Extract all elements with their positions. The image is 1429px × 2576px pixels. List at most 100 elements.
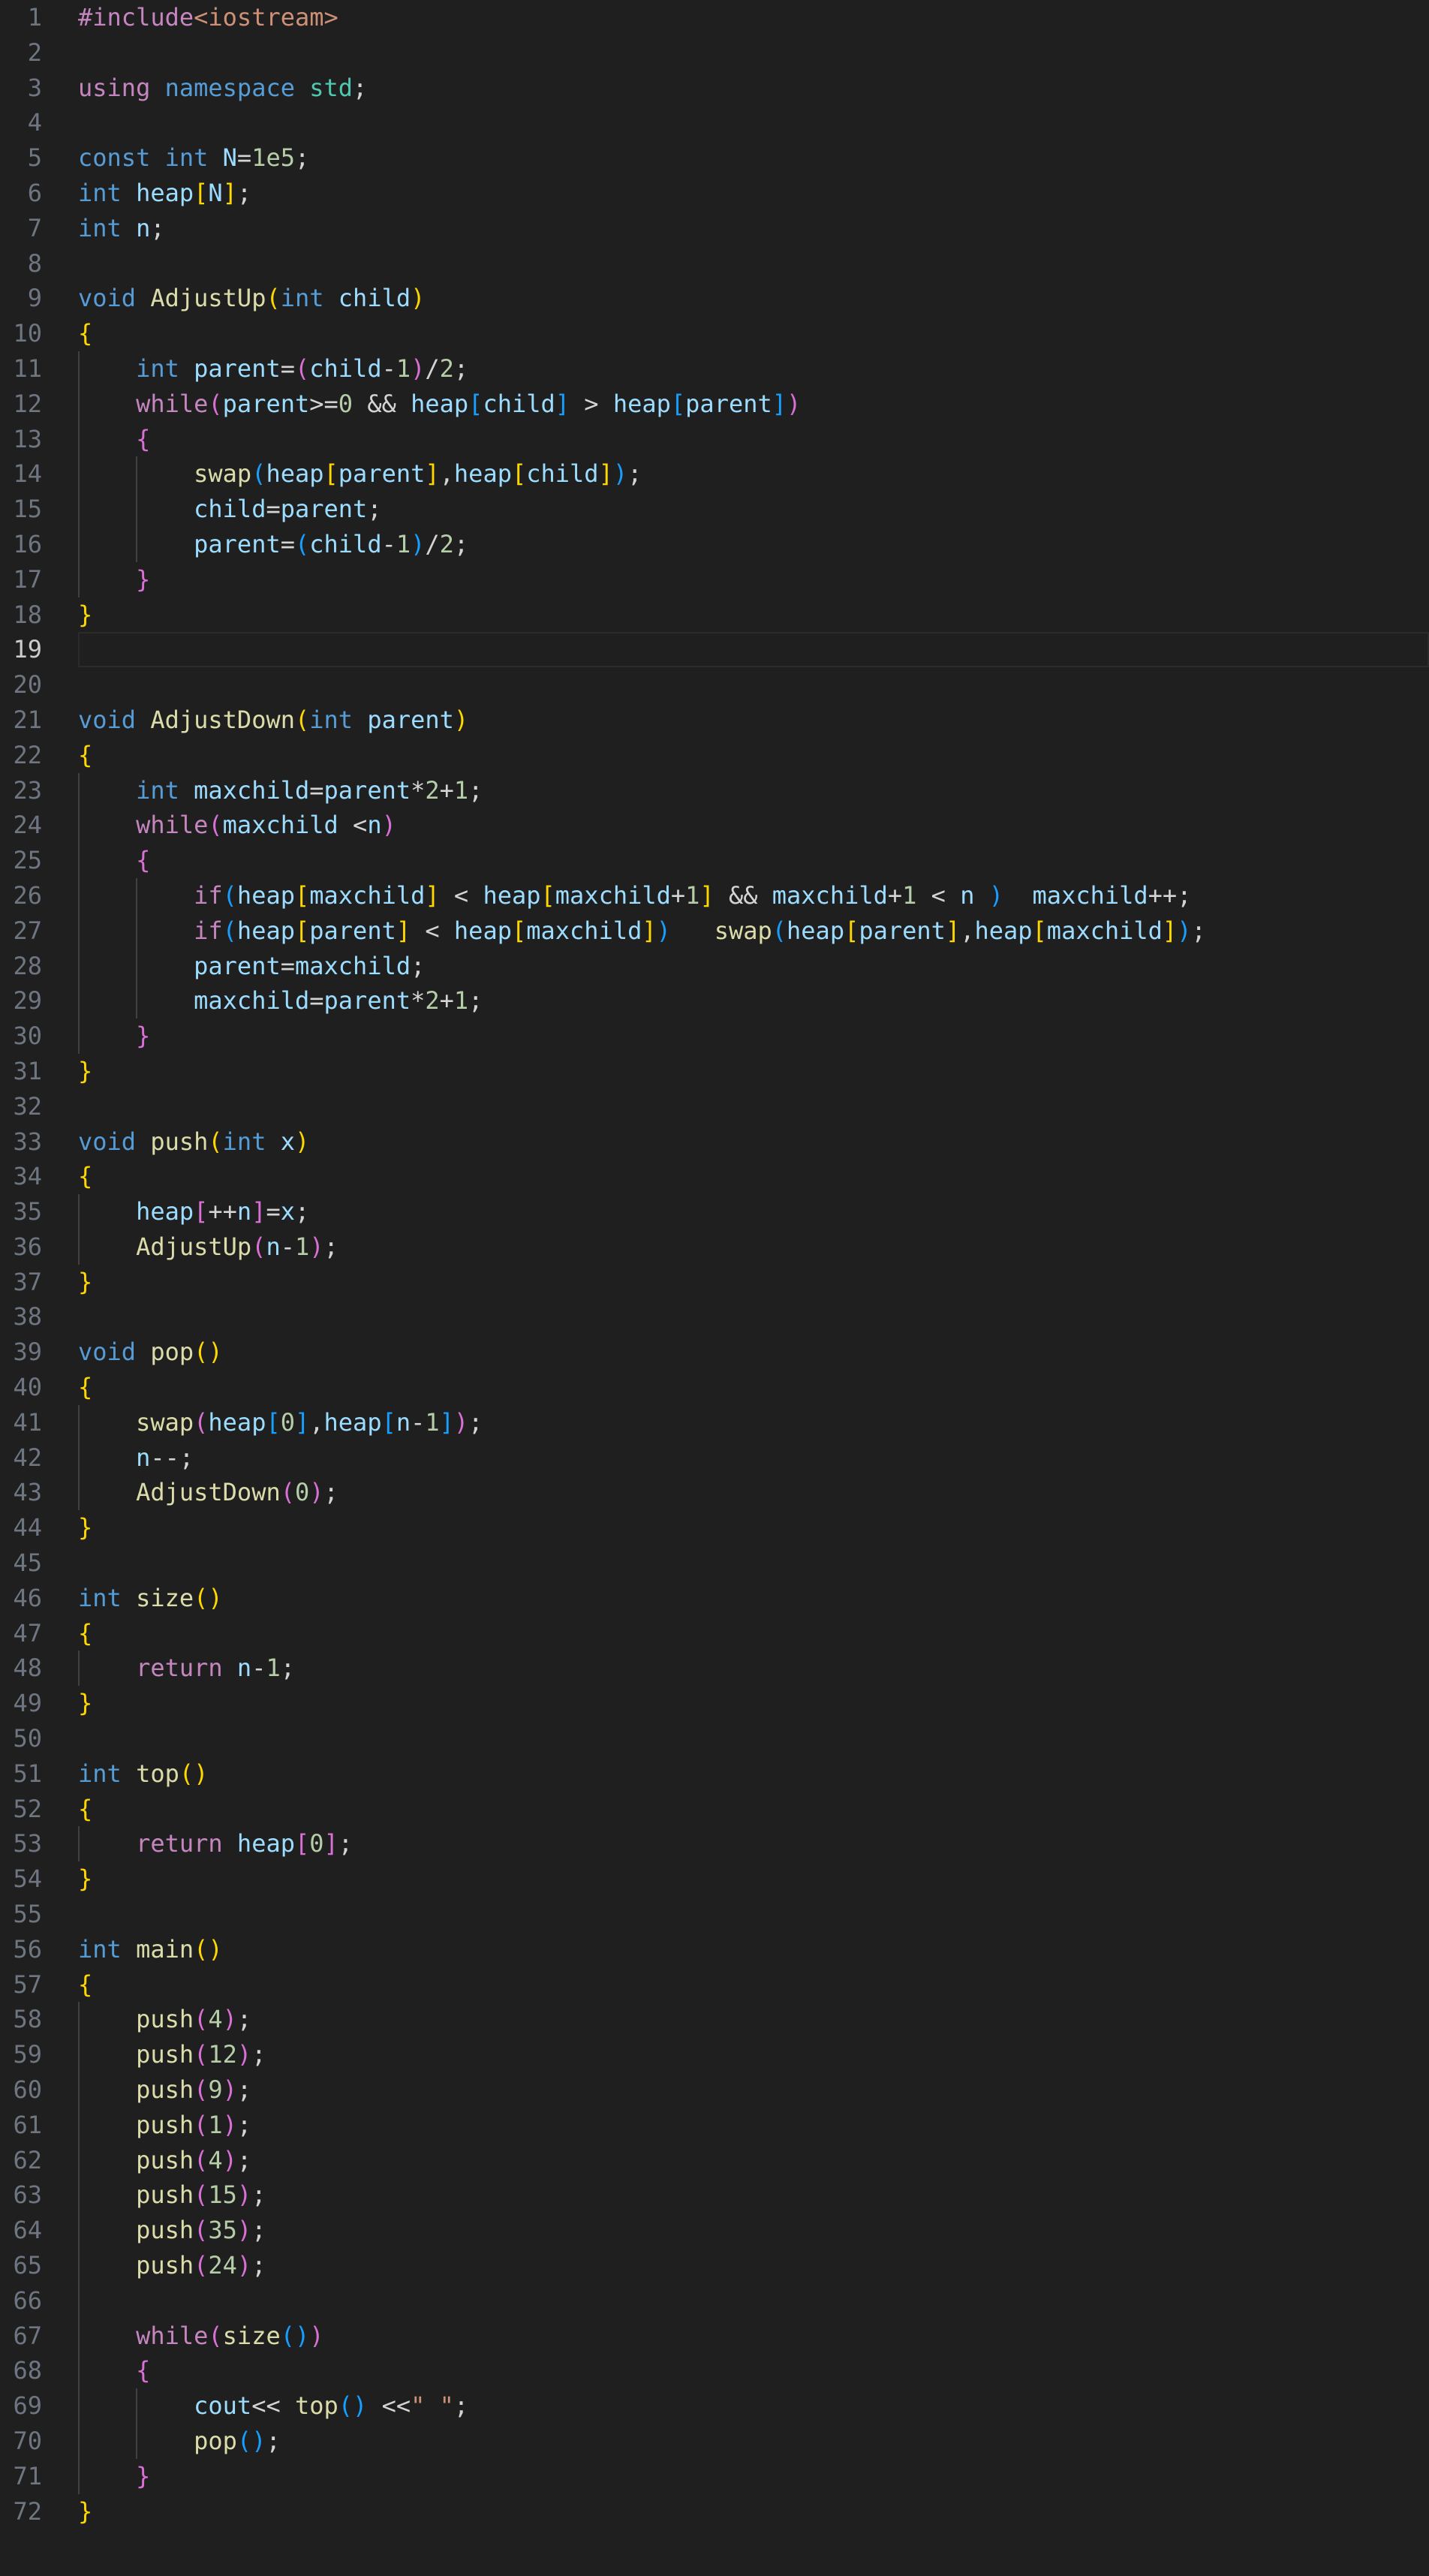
- code-line[interactable]: swap(heap[parent],heap[child]);: [78, 456, 1429, 492]
- code-line[interactable]: [78, 1545, 1429, 1581]
- code-line[interactable]: }: [78, 1686, 1429, 1721]
- code-token: {: [78, 1373, 93, 1402]
- line-number: 4: [27, 108, 42, 137]
- code-line[interactable]: [78, 105, 1429, 140]
- line-number: 54: [13, 1864, 42, 1894]
- code-line[interactable]: push(35);: [78, 2213, 1429, 2248]
- code-token: (: [194, 2040, 209, 2069]
- code-line[interactable]: {: [78, 2353, 1429, 2389]
- code-line[interactable]: if(heap[maxchild] < heap[maxchild+1] && …: [78, 877, 1429, 913]
- code-line[interactable]: {: [78, 1967, 1429, 2003]
- code-line[interactable]: push(4);: [78, 2002, 1429, 2038]
- code-line[interactable]: [78, 35, 1429, 71]
- line-number: 62: [13, 2145, 42, 2174]
- code-line[interactable]: {: [78, 421, 1429, 457]
- code-line[interactable]: using namespace std;: [78, 71, 1429, 106]
- code-line[interactable]: swap(heap[0],heap[n-1]);: [78, 1404, 1429, 1440]
- code-line[interactable]: }: [78, 2458, 1429, 2494]
- code-token: (: [194, 2251, 209, 2280]
- code-token: parent: [194, 951, 281, 980]
- code-line[interactable]: while(parent>=0 && heap[child] > heap[pa…: [78, 386, 1429, 422]
- code-line[interactable]: const int N=1e5;: [78, 140, 1429, 176]
- code-line[interactable]: int heap[N];: [78, 176, 1429, 211]
- code-line[interactable]: [78, 1897, 1429, 1932]
- code-line[interactable]: heap[++n]=x;: [78, 1194, 1429, 1229]
- code-token: ): [236, 2180, 252, 2210]
- code-token: ++: [208, 1197, 237, 1226]
- code-line[interactable]: }: [78, 1054, 1429, 1089]
- code-line[interactable]: maxchild=parent*2+1;: [78, 983, 1429, 1019]
- code-token: <: [916, 880, 961, 910]
- code-line[interactable]: [78, 1089, 1429, 1124]
- code-token: (): [236, 2426, 266, 2455]
- code-line[interactable]: n--;: [78, 1440, 1429, 1476]
- code-line[interactable]: return n-1;: [78, 1651, 1429, 1687]
- code-token: x: [280, 1127, 295, 1156]
- code-line[interactable]: }: [78, 1019, 1429, 1054]
- code-line[interactable]: #include<iostream>: [78, 0, 1429, 35]
- code-line[interactable]: void pop(): [78, 1335, 1429, 1370]
- code-line[interactable]: push(1);: [78, 2107, 1429, 2143]
- code-line[interactable]: cout<< top() <<" ";: [78, 2388, 1429, 2424]
- code-line[interactable]: [78, 1721, 1429, 1756]
- code-line[interactable]: {: [78, 1370, 1429, 1405]
- code-line[interactable]: [78, 2283, 1429, 2319]
- code-line[interactable]: AdjustDown(0);: [78, 1475, 1429, 1511]
- code-line[interactable]: {: [78, 1792, 1429, 1827]
- code-token: *: [411, 986, 426, 1016]
- code-line[interactable]: void AdjustUp(int child): [78, 281, 1429, 316]
- code-line[interactable]: AdjustUp(n-1);: [78, 1229, 1429, 1265]
- code-line[interactable]: push(24);: [78, 2248, 1429, 2283]
- code-line[interactable]: [78, 667, 1429, 703]
- code-line[interactable]: }: [78, 2494, 1429, 2529]
- code-line[interactable]: int main(): [78, 1932, 1429, 1967]
- code-line[interactable]: int top(): [78, 1756, 1429, 1792]
- code-token: 2: [425, 986, 440, 1016]
- code-line[interactable]: }: [78, 1510, 1429, 1545]
- code-token: (: [208, 811, 223, 840]
- code-line[interactable]: return heap[0];: [78, 1826, 1429, 1862]
- code-line[interactable]: if(heap[parent] < heap[maxchild]) swap(h…: [78, 913, 1429, 949]
- code-line[interactable]: {: [78, 316, 1429, 351]
- code-editor[interactable]: 1 2 3 4 5 6 7 8 9 10 11 12 13 14 15 16 17 18 19 20 21 22 23 24 2…: [0, 0, 1429, 2576]
- code-line[interactable]: {: [78, 1616, 1429, 1651]
- code-line[interactable]: {: [78, 843, 1429, 878]
- code-line[interactable]: push(4);: [78, 2142, 1429, 2178]
- code-token: heap: [453, 916, 512, 945]
- code-line[interactable]: {: [78, 738, 1429, 773]
- code-line[interactable]: void push(int x): [78, 1124, 1429, 1160]
- code-line[interactable]: int n;: [78, 211, 1429, 246]
- code-line[interactable]: void AdjustDown(int parent): [78, 703, 1429, 738]
- code-line[interactable]: {: [78, 1159, 1429, 1194]
- code-token: (): [194, 1934, 223, 1964]
- code-token: /: [425, 529, 440, 558]
- code-token: 35: [208, 2216, 237, 2245]
- code-line[interactable]: child=parent;: [78, 492, 1429, 527]
- code-line[interactable]: push(15);: [78, 2177, 1429, 2213]
- code-line[interactable]: }: [78, 1861, 1429, 1897]
- code-line[interactable]: int parent=(child-1)/2;: [78, 351, 1429, 387]
- code-line[interactable]: push(12);: [78, 2037, 1429, 2073]
- code-line[interactable]: }: [78, 561, 1429, 597]
- code-line[interactable]: [78, 1299, 1429, 1335]
- code-line[interactable]: parent=(child-1)/2;: [78, 526, 1429, 562]
- code-line[interactable]: [78, 246, 1429, 281]
- code-token: (: [208, 1127, 223, 1156]
- code-line[interactable]: push(9);: [78, 2072, 1429, 2108]
- code-line[interactable]: while(maxchild <n): [78, 808, 1429, 844]
- code-area[interactable]: #include<iostream> using namespace std; co…: [78, 0, 1429, 2529]
- code-line[interactable]: }: [78, 1265, 1429, 1300]
- code-token: size: [222, 2321, 281, 2350]
- code-line[interactable]: int maxchild=parent*2+1;: [78, 772, 1429, 808]
- code-line[interactable]: }: [78, 597, 1429, 633]
- code-token: 0: [338, 389, 353, 418]
- code-token: heap: [323, 1407, 382, 1437]
- code-line[interactable]: while(size()): [78, 2318, 1429, 2354]
- code-line[interactable]: int size(): [78, 1581, 1429, 1616]
- code-line[interactable]: parent=maxchild;: [78, 948, 1429, 984]
- code-line[interactable]: [78, 632, 1429, 668]
- code-token: (: [194, 2216, 209, 2245]
- code-line[interactable]: pop();: [78, 2423, 1429, 2459]
